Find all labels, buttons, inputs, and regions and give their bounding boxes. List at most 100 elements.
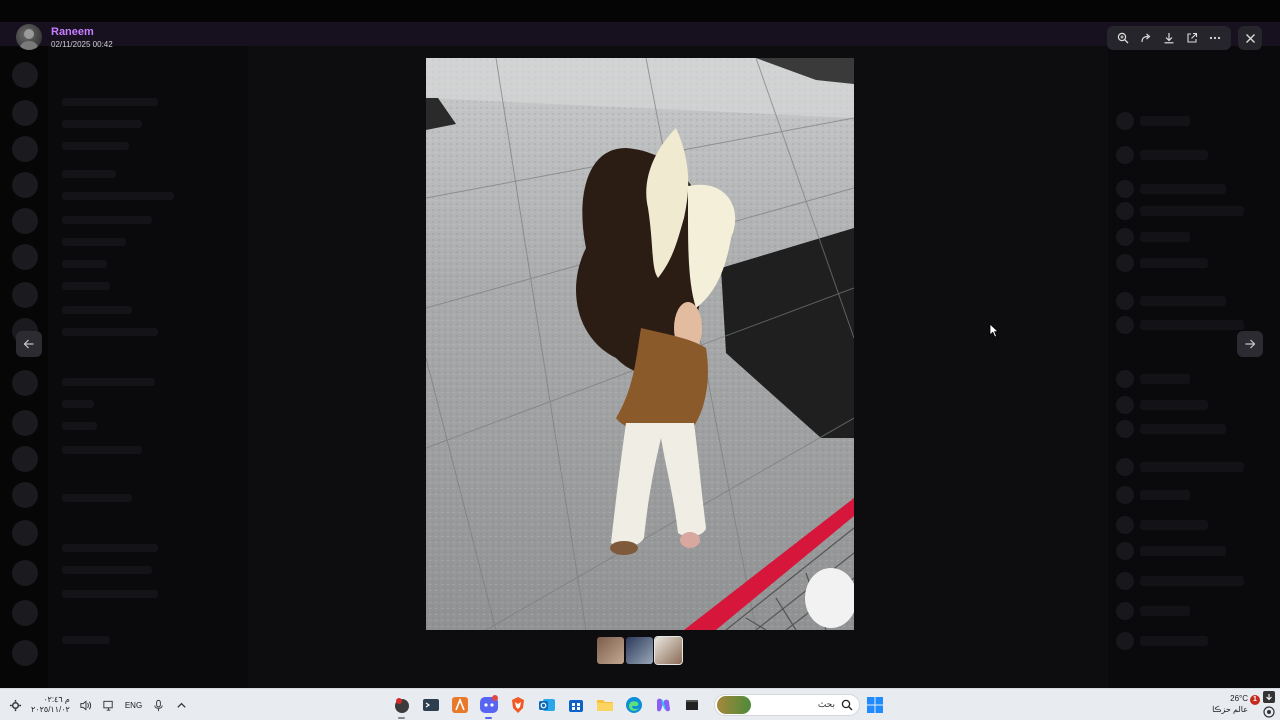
open-external-button[interactable] xyxy=(1182,28,1202,48)
search-highlight-image xyxy=(717,696,751,714)
store-icon xyxy=(568,700,583,712)
background-member-avatar xyxy=(1116,292,1134,310)
thumbnail-3[interactable] xyxy=(654,636,683,665)
background-channel-row xyxy=(62,306,133,314)
close-viewer-button[interactable] xyxy=(1238,26,1262,50)
background-channel-row xyxy=(62,142,130,150)
zoom-in-icon xyxy=(1117,32,1129,44)
background-server-icon xyxy=(12,640,38,666)
background-server-icon xyxy=(12,62,38,88)
background-member-row xyxy=(1140,400,1208,410)
window-icon xyxy=(685,700,698,710)
taskbar-app-files[interactable] xyxy=(593,694,616,717)
background-member-row xyxy=(1140,424,1226,434)
forward-button[interactable] xyxy=(1136,28,1156,48)
viewer-toolbar xyxy=(1107,26,1231,50)
copilot-icon xyxy=(656,698,670,712)
search-icon xyxy=(841,699,853,711)
windows-start-icon[interactable] xyxy=(866,696,884,714)
background-member-avatar xyxy=(1116,396,1134,414)
background-server-icon xyxy=(12,208,38,234)
outlook-icon xyxy=(538,699,555,711)
thumbnail-1[interactable] xyxy=(597,637,624,664)
weather-widget[interactable]: 26°C عالم حزڪا xyxy=(1212,693,1248,715)
clock-date: ٢٠٢٥/١١/٠٢ xyxy=(31,705,70,714)
background-member-row xyxy=(1140,520,1208,530)
background-server-icon xyxy=(12,410,38,436)
taskbar-app-3[interactable] xyxy=(448,694,471,717)
background-member-avatar xyxy=(1116,228,1134,246)
background-member-row xyxy=(1140,606,1190,616)
viewer-main-image[interactable] xyxy=(426,58,854,630)
taskbar-search[interactable]: بحث xyxy=(714,694,860,716)
background-channel-row xyxy=(62,378,155,386)
background-member-avatar xyxy=(1116,112,1134,130)
clock[interactable]: م ٠٢:٤٦ ٢٠٢٥/١١/٠٢ xyxy=(31,695,70,715)
notification-center-icon[interactable] xyxy=(1262,691,1276,719)
taskbar-app-brave[interactable] xyxy=(506,694,529,717)
weather-temperature: 26°C xyxy=(1230,694,1248,703)
taskbar-app-edge[interactable] xyxy=(622,694,645,717)
taskbar-app-outlook[interactable] xyxy=(535,694,558,717)
app-circle-icon xyxy=(394,698,409,713)
system-tray: م ٠٢:٤٦ ٢٠٢٥/١١/٠٢ ENG xyxy=(8,689,188,720)
thumbnail-2[interactable] xyxy=(626,637,653,664)
close-icon xyxy=(1245,33,1255,43)
windows-taskbar: م ٠٢:٤٦ ٢٠٢٥/١١/٠٢ ENG بحث 26°C عالم حزڪ… xyxy=(0,688,1280,720)
background-member-row xyxy=(1140,116,1190,126)
download-button[interactable] xyxy=(1159,28,1179,48)
background-member-avatar xyxy=(1116,458,1134,476)
taskbar-app-window[interactable] xyxy=(680,694,703,717)
image-viewer-screen: Raneem 02/11/2025 00:42 م ٠٢:٤٦ ٢٠٢٥/١١/… xyxy=(0,0,1280,720)
microphone-icon[interactable] xyxy=(151,698,165,712)
taskbar-app-store[interactable] xyxy=(564,694,587,717)
background-member-row xyxy=(1140,150,1208,160)
taskbar-apps xyxy=(390,692,703,719)
background-channel-row xyxy=(62,446,142,454)
background-member-row xyxy=(1140,546,1226,556)
more-options-button[interactable] xyxy=(1205,28,1225,48)
background-member-avatar xyxy=(1116,602,1134,620)
forward-icon xyxy=(1141,33,1151,43)
author-name[interactable]: Raneem xyxy=(51,26,94,38)
volume-icon[interactable] xyxy=(79,698,93,712)
taskbar-app-2[interactable] xyxy=(419,694,442,717)
open-external-icon xyxy=(1187,32,1198,43)
background-member-row xyxy=(1140,296,1226,306)
terminal-icon xyxy=(422,699,439,711)
background-channel-row xyxy=(62,590,158,598)
mouse-cursor xyxy=(989,323,999,338)
background-channel-row xyxy=(62,494,133,502)
background-member-row xyxy=(1140,636,1208,646)
folder-icon xyxy=(596,700,613,711)
download-icon xyxy=(1164,33,1174,44)
background-titlebar xyxy=(0,0,1280,22)
background-channel-row xyxy=(62,216,152,224)
background-channel-row xyxy=(62,328,158,336)
settings-icon[interactable] xyxy=(8,698,22,712)
thumbnail-strip xyxy=(597,636,683,665)
previous-image-button[interactable] xyxy=(16,331,42,357)
background-server-icon xyxy=(12,600,38,626)
language-indicator[interactable]: ENG xyxy=(125,701,142,710)
next-image-button[interactable] xyxy=(1237,331,1263,357)
background-server-icon xyxy=(12,172,38,198)
taskbar-app-discord[interactable] xyxy=(477,694,500,719)
background-server-icon xyxy=(12,482,38,508)
clock-time: م ٠٢:٤٦ xyxy=(43,695,70,704)
background-channel-row xyxy=(62,120,142,128)
background-channel-row xyxy=(62,192,174,200)
zoom-in-button[interactable] xyxy=(1113,28,1133,48)
author-avatar[interactable] xyxy=(16,24,42,50)
network-icon[interactable] xyxy=(102,698,116,712)
background-member-row xyxy=(1140,206,1244,216)
background-member-row xyxy=(1140,258,1208,268)
discord-icon xyxy=(479,695,498,713)
taskbar-app-1[interactable] xyxy=(390,694,413,719)
background-member-row xyxy=(1140,576,1244,586)
background-server-icon xyxy=(12,244,38,270)
taskbar-app-copilot[interactable] xyxy=(651,694,674,717)
chevron-up-icon[interactable] xyxy=(174,698,188,712)
background-member-avatar xyxy=(1116,542,1134,560)
app-orange-icon xyxy=(451,697,468,713)
